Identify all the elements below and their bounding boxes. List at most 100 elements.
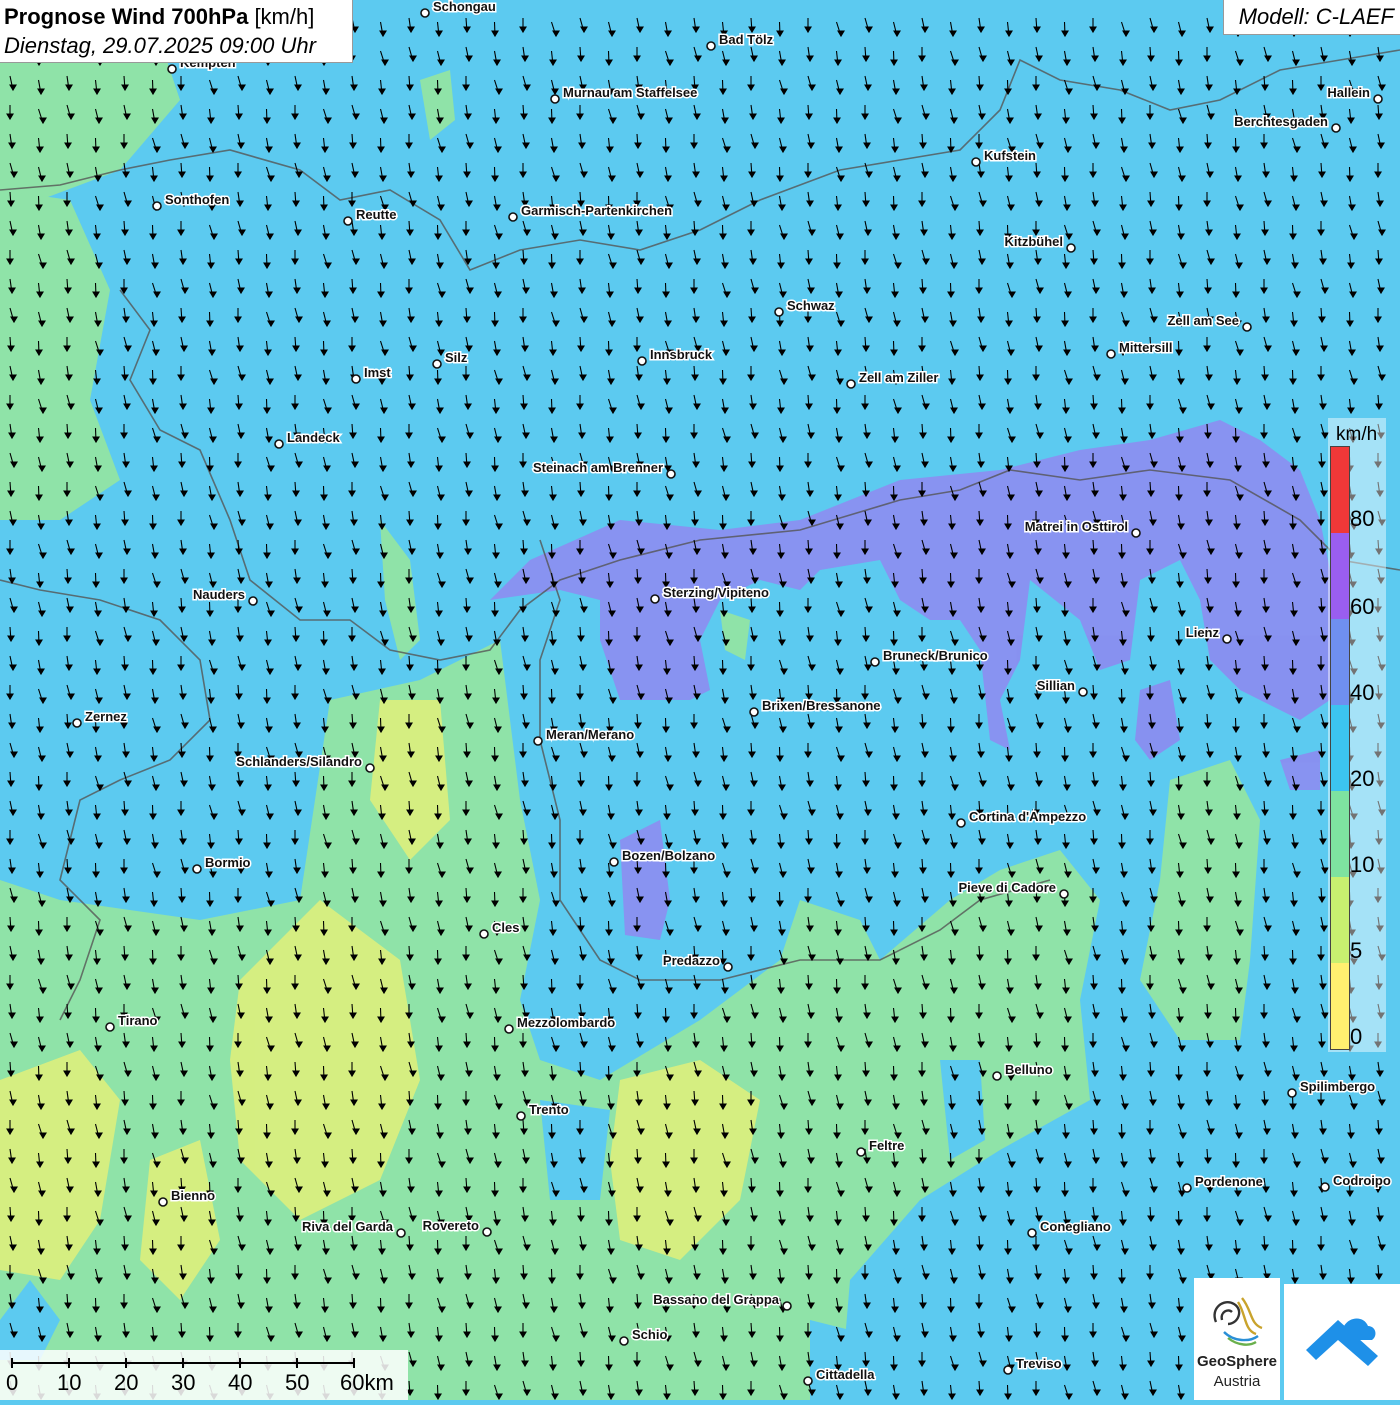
model-label: Modell: C-LAEF: [1238, 4, 1394, 29]
city-marker: [432, 359, 442, 369]
scale-label: 60km: [340, 1370, 394, 1395]
scale-label: 10: [57, 1370, 82, 1395]
city-label: Sillian: [1037, 678, 1075, 693]
city-marker: [782, 1301, 792, 1311]
weather-app-icon: [1306, 1318, 1378, 1366]
city-label: Nauders: [193, 587, 245, 602]
city-marker: [1059, 889, 1069, 899]
scale-tick: [182, 1358, 184, 1368]
legend-color-class: [1331, 963, 1349, 1049]
city-marker: [508, 212, 518, 222]
city-label: Bruneck/Brunico: [883, 648, 988, 663]
city-marker: [343, 216, 353, 226]
city-label: Conegliano: [1040, 1219, 1111, 1234]
city-marker: [619, 1336, 629, 1346]
color-legend: km/h 80 60 40 20 10 5 0: [1328, 418, 1386, 1052]
legend-tick-label: 5: [1350, 938, 1363, 963]
city-label: Pieve di Cadore: [958, 880, 1056, 895]
geosphere-logo: GeoSphere Austria: [1194, 1278, 1280, 1400]
city-label: Trento: [529, 1102, 569, 1117]
city-marker: [533, 736, 543, 746]
city-marker: [1027, 1228, 1037, 1238]
city-label: Innsbruck: [650, 347, 713, 362]
model-box: Modell: C-LAEF: [1223, 0, 1400, 35]
legend-color-class: [1331, 791, 1349, 877]
city-label: Murnau am Staffelsee: [563, 85, 697, 100]
city-label: Matrei in Osttirol: [1025, 519, 1128, 534]
city-label: Reutte: [356, 207, 396, 222]
app-logo: [1284, 1284, 1400, 1400]
scale-tick: [239, 1358, 241, 1368]
city-label: Bad Tölz: [719, 32, 774, 47]
city-label: Cortina d'Ampezzo: [969, 809, 1086, 824]
city-marker: [749, 707, 759, 717]
scale-tick: [353, 1358, 355, 1368]
city-marker: [706, 41, 716, 51]
city-marker: [1242, 322, 1252, 332]
city-label: Schwaz: [787, 298, 835, 313]
forecast-datetime: Dienstag, 29.07.2025 09:00 Uhr: [4, 33, 316, 58]
city-marker: [870, 657, 880, 667]
city-marker: [482, 1227, 492, 1237]
city-marker: [1331, 123, 1341, 133]
city-marker: [723, 962, 733, 972]
title-unit: [km/h]: [254, 4, 315, 29]
city-marker: [666, 469, 676, 479]
city-label: Hallein: [1327, 85, 1370, 100]
city-label: Bienno: [171, 1188, 215, 1203]
wind-map: SchongauBad TölzKemptenMurnau am Staffel…: [0, 0, 1400, 1400]
city-label: Kufstein: [984, 148, 1036, 163]
legend-unit: km/h: [1336, 424, 1378, 445]
legend-color-class: [1331, 533, 1349, 619]
city-marker: [105, 1022, 115, 1032]
city-marker: [774, 307, 784, 317]
city-marker: [1287, 1088, 1297, 1098]
legend-tick-label: 80: [1350, 506, 1375, 531]
city-label: Cles: [492, 920, 519, 935]
city-marker: [1222, 634, 1232, 644]
scale-label: 50: [285, 1370, 310, 1395]
legend-color-class: [1331, 877, 1349, 963]
city-label: Zernez: [85, 709, 127, 724]
city-marker: [1182, 1183, 1192, 1193]
city-marker: [1320, 1182, 1330, 1192]
city-marker: [1066, 243, 1076, 253]
scale-label: 0: [6, 1370, 19, 1395]
legend-color-class: [1331, 447, 1349, 533]
legend-tick-label: 40: [1350, 680, 1375, 705]
city-label: Mittersill: [1119, 340, 1172, 355]
city-marker: [504, 1024, 514, 1034]
city-marker: [1373, 94, 1383, 104]
city-marker: [274, 439, 284, 449]
city-marker: [1106, 349, 1116, 359]
scale-label: 20: [114, 1370, 139, 1395]
city-label: Zell am See: [1167, 313, 1239, 328]
city-label: Silz: [445, 350, 468, 365]
city-label: Schlanders/Silandro: [236, 754, 362, 769]
city-marker: [167, 64, 177, 74]
city-label: Meran/Merano: [546, 727, 634, 742]
city-label: Feltre: [869, 1138, 904, 1153]
city-label: Steinach am Brenner: [533, 460, 663, 475]
geosphere-name: GeoSphere: [1196, 1353, 1278, 1370]
city-marker: [192, 864, 202, 874]
scale-tick: [296, 1358, 298, 1368]
city-label: Sonthofen: [165, 192, 229, 207]
city-marker: [650, 594, 660, 604]
city-label: Mezzolombardo: [517, 1015, 615, 1030]
city-label: Kitzbühel: [1005, 234, 1064, 249]
city-label: Bozen/Bolzano: [622, 848, 715, 863]
city-marker: [158, 1197, 168, 1207]
city-marker: [992, 1071, 1002, 1081]
map-title: Prognose Wind 700hPa [km/h]: [4, 4, 314, 30]
city-marker: [956, 818, 966, 828]
title-main: Prognose Wind 700hPa: [4, 4, 249, 29]
city-label: Landeck: [287, 430, 341, 445]
legend-colorbar: [1330, 446, 1350, 1050]
geosphere-country: Austria: [1213, 1373, 1261, 1390]
city-marker: [396, 1228, 406, 1238]
city-label: Garmisch-Partenkirchen: [521, 203, 672, 218]
city-label: Bassano del Grappa: [653, 1292, 779, 1307]
city-label: Sterzing/Vipiteno: [663, 585, 769, 600]
city-marker: [856, 1147, 866, 1157]
